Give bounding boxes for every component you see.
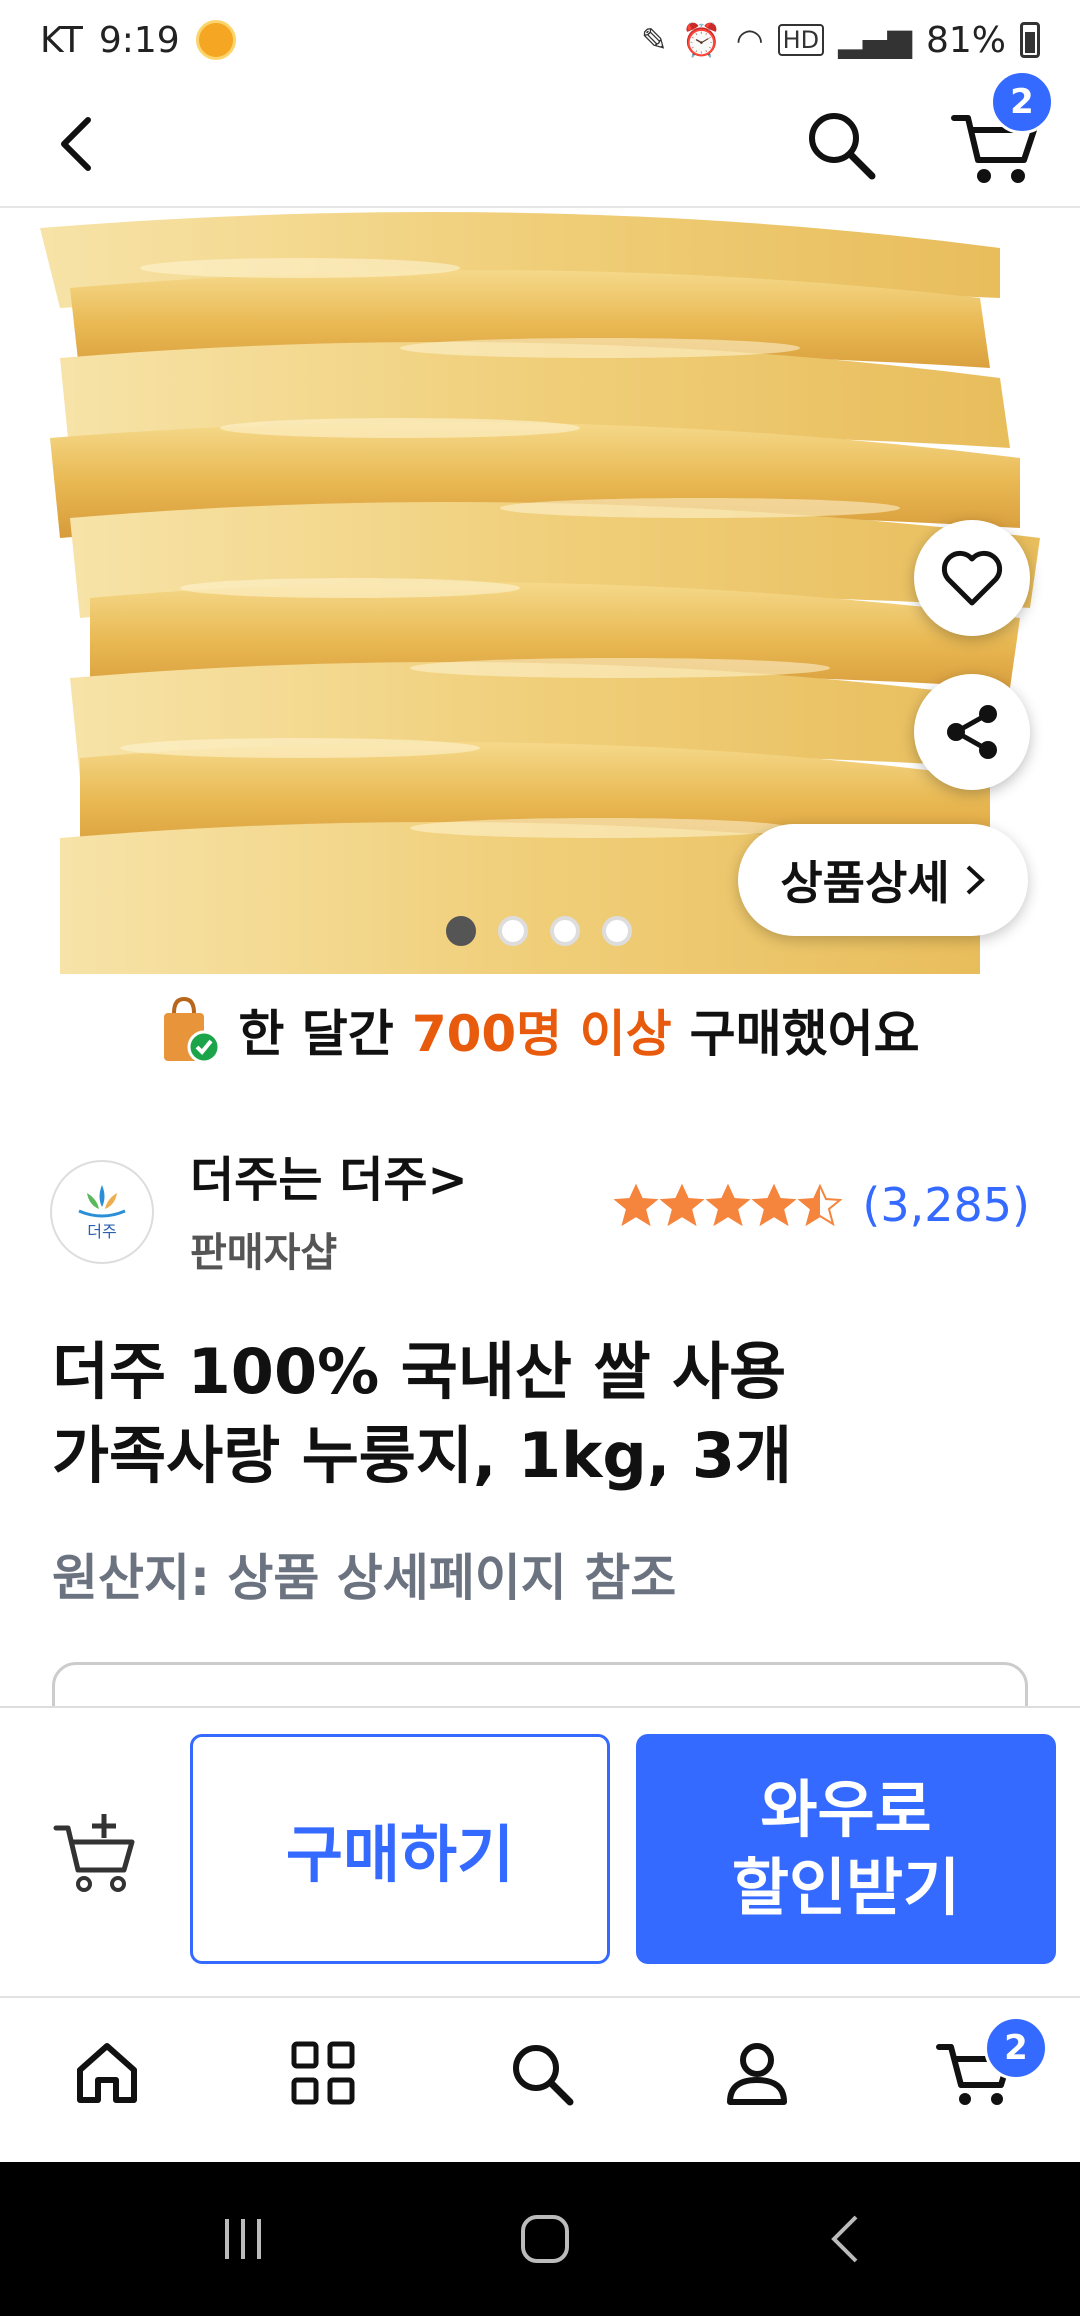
product-title-line2: 가족사랑 누룽지, 1kg, 3개 bbox=[52, 1419, 793, 1492]
carousel-dot[interactable] bbox=[446, 916, 476, 946]
wifi-icon: ◠ bbox=[735, 21, 764, 59]
product-title: 더주 100% 국내산 쌀 사용 가족사랑 누룽지, 1kg, 3개 bbox=[52, 1330, 1032, 1498]
nav-cart-count-badge: 2 bbox=[984, 2016, 1048, 2080]
rating[interactable]: (3,285) bbox=[614, 1178, 1030, 1232]
carousel-indicator bbox=[446, 916, 632, 946]
seller-logo[interactable]: 더주 bbox=[50, 1160, 154, 1264]
pen-icon: ✎ bbox=[641, 21, 668, 59]
purchase-count-notice: 한 달간 700명 이상 구매했어요 bbox=[0, 990, 1080, 1070]
star-icon bbox=[706, 1184, 751, 1226]
seller-row[interactable]: 더주 더주는 더주> 판매자샵 (3,285) bbox=[50, 1140, 1040, 1280]
star-icon bbox=[752, 1184, 797, 1226]
buy-button[interactable]: 구매하기 bbox=[190, 1734, 610, 1964]
wow-line1: 와우로 bbox=[760, 1773, 932, 1846]
signal-icon: ▂▄▆ bbox=[838, 21, 912, 59]
home-button-icon[interactable] bbox=[510, 2204, 580, 2274]
carousel-dot[interactable] bbox=[498, 916, 528, 946]
recent-apps-icon[interactable] bbox=[208, 2204, 278, 2274]
search-icon[interactable] bbox=[800, 104, 880, 184]
status-bar: KT 9:19 ✎ ⏰ ◠ HD ▂▄▆ 81% bbox=[0, 0, 1080, 80]
carrier-label: KT bbox=[40, 19, 83, 61]
wow-discount-button[interactable]: 와우로 할인받기 bbox=[636, 1734, 1056, 1964]
product-title-line1: 더주 100% 국내산 쌀 사용 bbox=[52, 1335, 787, 1408]
hd-icon: HD bbox=[777, 24, 825, 56]
star-icon bbox=[798, 1184, 843, 1226]
my-account-icon[interactable] bbox=[712, 2028, 802, 2118]
clock: 9:19 bbox=[98, 19, 180, 61]
carousel-dot[interactable] bbox=[550, 916, 580, 946]
seller-name[interactable]: 더주는 더주> bbox=[190, 1140, 468, 1210]
share-button[interactable] bbox=[914, 674, 1030, 790]
favorite-heart-button[interactable] bbox=[914, 520, 1030, 636]
battery-icon bbox=[1020, 22, 1040, 58]
home-icon[interactable] bbox=[62, 2028, 152, 2118]
seller-logo-text: 더주 bbox=[87, 1222, 116, 1241]
notification-app-icon bbox=[195, 20, 236, 60]
search-icon[interactable] bbox=[496, 2028, 586, 2118]
notice-suffix: 구매했어요 bbox=[689, 1005, 920, 1063]
wow-line2: 할인받기 bbox=[731, 1851, 961, 1924]
top-app-bar: 2 bbox=[0, 70, 1080, 208]
star-icon bbox=[614, 1184, 659, 1226]
heart-icon bbox=[941, 550, 1003, 606]
carousel-dot[interactable] bbox=[602, 916, 632, 946]
review-count[interactable]: (3,285) bbox=[862, 1178, 1030, 1232]
seller-type: 판매자샵 bbox=[190, 1230, 338, 1276]
rating-stars bbox=[614, 1184, 843, 1226]
product-origin: 원산지: 상품 상세페이지 참조 bbox=[52, 1549, 677, 1607]
cart-plus-icon bbox=[53, 1814, 135, 1892]
shopping-bag-check-icon bbox=[164, 996, 221, 1064]
notice-prefix: 한 달간 bbox=[238, 1005, 394, 1063]
alarm-icon: ⏰ bbox=[681, 21, 722, 59]
system-navigation-bar bbox=[0, 2162, 1080, 2316]
chevron-right-icon bbox=[966, 865, 985, 895]
add-to-cart-button[interactable] bbox=[52, 1808, 138, 1894]
share-icon bbox=[947, 705, 997, 759]
battery-percent: 81% bbox=[925, 19, 1006, 61]
product-detail-button[interactable]: 상품상세 bbox=[738, 824, 1028, 936]
star-icon bbox=[660, 1184, 705, 1226]
notice-highlight: 700명 이상 bbox=[411, 1005, 672, 1063]
bottom-navigation: 2 bbox=[0, 1996, 1080, 2162]
seller-logo-image: 더주 bbox=[78, 1185, 126, 1241]
category-grid-icon[interactable] bbox=[278, 2028, 368, 2118]
cart-count-badge: 2 bbox=[990, 70, 1054, 134]
purchase-action-bar: 구매하기 와우로 할인받기 bbox=[0, 1706, 1080, 1996]
product-image-carousel[interactable]: 상품상세 bbox=[0, 208, 1080, 974]
back-arrow-icon[interactable] bbox=[50, 114, 110, 174]
product-detail-label: 상품상세 bbox=[780, 856, 950, 910]
system-back-icon[interactable] bbox=[812, 2204, 882, 2274]
